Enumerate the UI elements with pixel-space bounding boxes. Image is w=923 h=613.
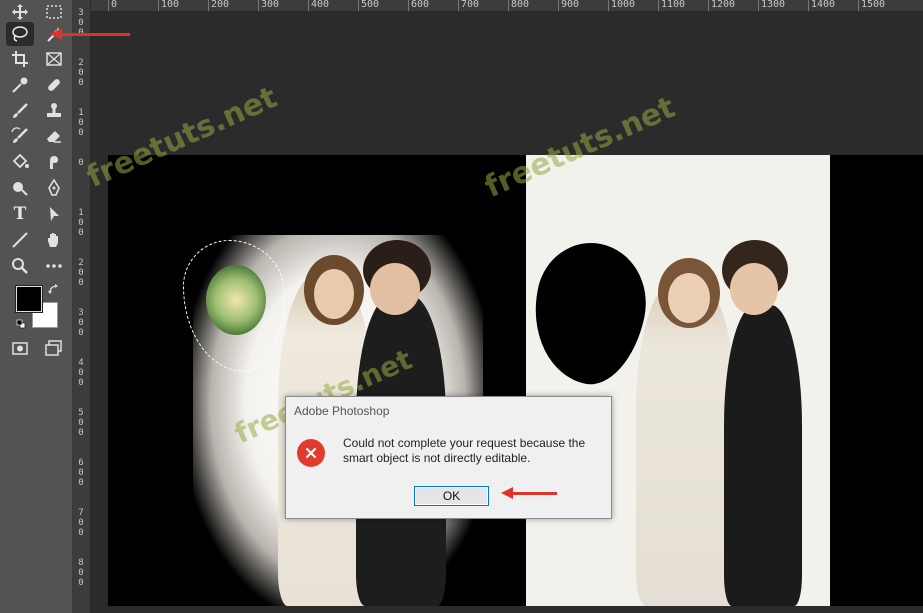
healing-brush-icon[interactable] (40, 73, 68, 97)
ruler-label: 1200 (711, 0, 736, 10)
dodge-icon[interactable] (6, 176, 34, 200)
ruler-tick (258, 0, 259, 11)
bride-figure-blurred (636, 280, 736, 606)
clone-stamp-icon[interactable] (40, 99, 68, 123)
ruler-label: 900 (561, 0, 580, 10)
lasso-icon[interactable] (6, 22, 34, 46)
ruler-tick (158, 0, 159, 11)
ruler-tick (658, 0, 659, 11)
ruler-label: 800 (78, 558, 84, 588)
foreground-color-swatch[interactable] (15, 285, 43, 313)
ruler-tick (458, 0, 459, 11)
groom-face (370, 263, 420, 315)
ruler-label: 700 (78, 508, 84, 538)
ruler-label: 1100 (661, 0, 686, 10)
ruler-tick (308, 0, 309, 11)
ruler-tick (408, 0, 409, 11)
ruler-label: 100 (78, 208, 84, 238)
canvas-right-margin (830, 155, 923, 606)
ruler-label: 1400 (811, 0, 836, 10)
ruler-label: 600 (78, 458, 84, 488)
error-icon (297, 439, 325, 467)
type-icon[interactable]: T (6, 202, 34, 226)
groom-face-blurred (730, 263, 778, 315)
path-selection-icon[interactable] (40, 202, 68, 226)
ruler-label: 500 (78, 408, 84, 438)
ruler-label: 1300 (761, 0, 786, 10)
dialog-title: Adobe Photoshop (294, 404, 390, 418)
ruler-tick (358, 0, 359, 11)
ruler-tick (608, 0, 609, 11)
quick-mask-icon[interactable] (6, 336, 34, 360)
eraser-icon[interactable] (40, 124, 68, 148)
ruler-label: 200 (78, 258, 84, 288)
frame-icon[interactable] (40, 47, 68, 71)
ruler-tick (858, 0, 859, 11)
zoom-icon[interactable] (6, 254, 34, 278)
ruler-label: 700 (461, 0, 480, 10)
marquee-icon[interactable] (40, 0, 68, 24)
ruler-label: 400 (311, 0, 330, 10)
tools-panel: T (0, 0, 73, 613)
ruler-label: 300 (261, 0, 280, 10)
ruler-label: 200 (211, 0, 230, 10)
hand-icon[interactable] (40, 228, 68, 252)
ruler-label: 600 (411, 0, 430, 10)
groom-figure-blurred (724, 305, 802, 606)
bride-face-blurred (668, 273, 710, 323)
eyedropper-icon[interactable] (6, 73, 34, 97)
ruler-label: 800 (511, 0, 530, 10)
ruler-label: 100 (161, 0, 180, 10)
document-canvas[interactable] (108, 155, 923, 606)
annotation-arrow-lasso (50, 28, 130, 40)
type-glyph: T (13, 204, 27, 224)
screen-mode-icon[interactable] (40, 336, 68, 360)
ruler-label: 100 (78, 108, 84, 138)
vertical-ruler[interactable]: 3002001000100200300400500600700800 (73, 0, 91, 613)
ruler-label: 300 (78, 308, 84, 338)
ruler-label: 1000 (611, 0, 636, 10)
ruler-tick (808, 0, 809, 11)
bride-face (314, 269, 354, 319)
ruler-label: 0 (111, 0, 118, 10)
ruler-label: 400 (78, 358, 84, 388)
ruler-tick (508, 0, 509, 11)
brush-icon[interactable] (6, 99, 34, 123)
ok-button[interactable]: OK (414, 486, 489, 506)
pen-icon[interactable] (40, 176, 68, 200)
default-colors-icon[interactable] (16, 319, 26, 329)
right-photo (526, 155, 830, 606)
history-brush-icon[interactable] (6, 124, 34, 148)
horizontal-ruler[interactable]: 0 100 200 300 400 500 600 700 800 900 1000 1100 1200… (90, 0, 923, 12)
swap-colors-icon[interactable] (48, 284, 60, 296)
crop-icon[interactable] (6, 47, 34, 71)
ruler-label: 200 (78, 58, 84, 88)
ruler-label: 500 (361, 0, 380, 10)
move-icon[interactable] (6, 0, 34, 24)
more-tools-icon[interactable] (40, 254, 68, 278)
ruler-tick (708, 0, 709, 11)
smudge-icon[interactable] (40, 150, 68, 174)
ruler-tick (758, 0, 759, 11)
ruler-label: 1500 (861, 0, 886, 10)
ruler-tick (208, 0, 209, 11)
error-dialog: Adobe Photoshop Could not complete your … (285, 396, 612, 519)
ruler-tick (558, 0, 559, 11)
paint-bucket-icon[interactable] (6, 150, 34, 174)
ruler-tick (108, 0, 109, 11)
color-swatches (15, 284, 60, 330)
line-icon[interactable] (6, 228, 34, 252)
annotation-arrow-ok (501, 487, 557, 499)
dialog-message: Could not complete your request because … (343, 436, 586, 465)
